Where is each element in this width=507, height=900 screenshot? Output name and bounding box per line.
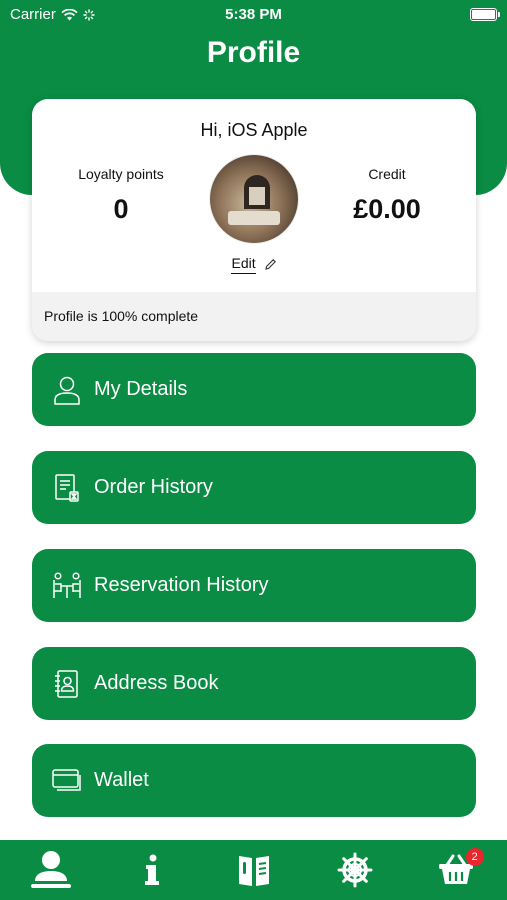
edit-profile[interactable]: Edit <box>32 255 476 274</box>
avatar-photo-detail <box>244 175 270 209</box>
edit-profile-link[interactable]: Edit <box>231 255 256 274</box>
profile-completion: Profile is 100% complete <box>32 292 476 341</box>
battery-icon <box>470 8 500 21</box>
tab-menu[interactable] <box>203 840 304 900</box>
my-details-label: My Details <box>94 378 188 400</box>
loyalty-points-value: 0 <box>113 194 129 224</box>
address-book-button[interactable]: Address Book <box>32 647 476 720</box>
wallet-button[interactable]: Wallet <box>32 744 476 817</box>
profile-icon <box>30 851 71 888</box>
loyalty-points-label: Loyalty points <box>78 166 164 182</box>
card-icon <box>52 766 82 796</box>
reservation-history-button[interactable]: Reservation History <box>32 549 476 622</box>
pencil-icon <box>264 258 276 270</box>
greeting: Hi, iOS Apple <box>200 120 308 140</box>
menu-book-icon <box>238 856 269 886</box>
receipt-icon <box>52 473 82 503</box>
reservation-history-label: Reservation History <box>94 574 269 596</box>
tab-settings[interactable] <box>304 840 405 900</box>
order-history-label: Order History <box>94 476 213 498</box>
person-icon <box>52 375 82 405</box>
info-icon <box>145 854 160 885</box>
tab-basket[interactable]: 2 <box>406 840 507 900</box>
loyalty-points: Loyalty points 0 <box>46 166 196 225</box>
status-bar: Carrier 5:38 PM <box>0 0 507 30</box>
avatar-photo-detail <box>228 211 280 225</box>
tab-profile[interactable] <box>0 840 101 900</box>
tab-bar: 2 <box>0 840 507 900</box>
profile-card: Hi, iOS Apple Loyalty points 0 Credit £0… <box>32 99 476 341</box>
basket-count-badge: 2 <box>465 848 484 866</box>
dining-table-icon <box>52 571 82 601</box>
avatar[interactable] <box>210 155 298 243</box>
page-title: Profile <box>206 36 301 69</box>
order-history-button[interactable]: Order History <box>32 451 476 524</box>
wallet-label: Wallet <box>94 769 149 791</box>
helm-icon <box>337 852 373 888</box>
tab-info[interactable] <box>101 840 202 900</box>
my-details-button[interactable]: My Details <box>32 353 476 426</box>
credit: Credit £0.00 <box>312 166 462 225</box>
address-book-label: Address Book <box>94 672 219 694</box>
credit-label: Credit <box>368 166 406 182</box>
address-book-icon <box>52 669 82 699</box>
clock: 5:38 PM <box>225 6 282 23</box>
credit-value: £0.00 <box>353 194 421 224</box>
